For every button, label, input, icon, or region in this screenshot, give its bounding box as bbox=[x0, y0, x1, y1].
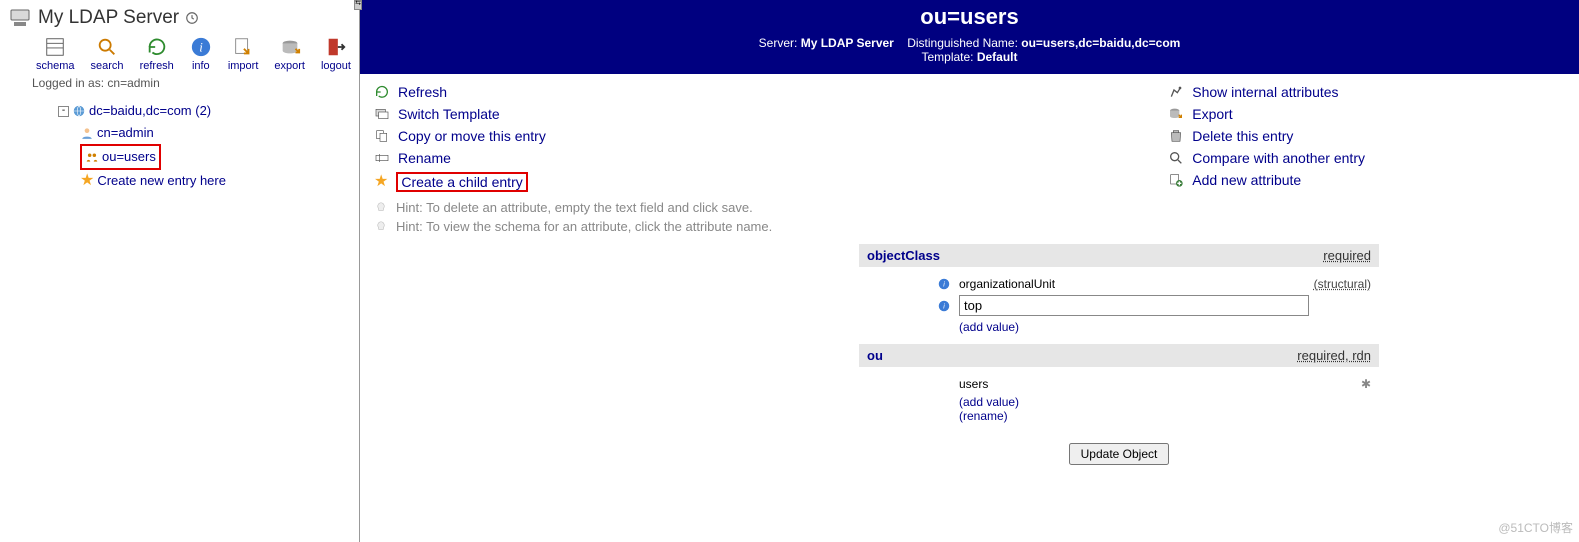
objectclass-input[interactable] bbox=[959, 295, 1309, 316]
entry-title: ou=users bbox=[360, 4, 1579, 30]
ou-icon bbox=[85, 150, 99, 164]
attr-header-ou: ou required, rdn bbox=[859, 344, 1379, 367]
tb-schema[interactable]: schema bbox=[36, 36, 75, 72]
trash-icon bbox=[1168, 128, 1184, 144]
action-compare[interactable]: Compare with another entry bbox=[1168, 150, 1365, 166]
tree-collapse-icon[interactable]: - bbox=[58, 106, 69, 117]
info-icon[interactable]: i bbox=[937, 277, 951, 291]
add-value-link[interactable]: (add value) bbox=[959, 395, 1019, 409]
attr-name-link[interactable]: objectClass bbox=[867, 248, 940, 263]
bulb-icon bbox=[374, 220, 388, 234]
add-value-link[interactable]: (add value) bbox=[959, 320, 1019, 334]
main-panel: ou=users Server: My LDAP Server Distingu… bbox=[360, 0, 1579, 542]
update-object-button[interactable] bbox=[1069, 443, 1170, 465]
bulb-icon bbox=[374, 201, 388, 215]
tree-panel: ⇆ My LDAP Server schema search refresh i… bbox=[0, 0, 360, 542]
tb-info[interactable]: iinfo bbox=[190, 36, 212, 72]
star-icon: ★ bbox=[374, 175, 388, 189]
attr-header-objectclass: objectClass required bbox=[859, 244, 1379, 267]
action-add-attr[interactable]: Add new attribute bbox=[1168, 172, 1365, 188]
attr-name-link[interactable]: ou bbox=[867, 348, 883, 363]
server-title: My LDAP Server bbox=[38, 7, 179, 29]
objectclass-value-row: i organizationalUnit (structural) bbox=[937, 277, 1371, 291]
server-icon bbox=[8, 6, 32, 30]
objectclass-value-row: i bbox=[937, 295, 1371, 316]
logged-in-as: Logged in as: cn=admin bbox=[32, 76, 351, 90]
tree: - dc=baidu,dc=com (2) cn=admin ou=users … bbox=[58, 100, 351, 192]
tb-logout[interactable]: logout bbox=[321, 36, 351, 72]
rename-link[interactable]: (rename) bbox=[959, 409, 1008, 423]
action-switch-template[interactable]: Switch Template bbox=[374, 106, 546, 122]
action-rename[interactable]: Rename bbox=[374, 150, 546, 166]
locked-icon: ✱ bbox=[1361, 377, 1371, 391]
tb-export[interactable]: export bbox=[274, 36, 305, 72]
action-show-internal[interactable]: Show internal attributes bbox=[1168, 84, 1365, 100]
action-create-child[interactable]: ★Create a child entry bbox=[374, 172, 546, 192]
magnifier-icon bbox=[1168, 150, 1184, 166]
tb-import[interactable]: import bbox=[228, 36, 259, 72]
globe-icon bbox=[72, 104, 86, 118]
hints: Hint: To delete an attribute, empty the … bbox=[360, 196, 1579, 244]
tb-search[interactable]: search bbox=[91, 36, 124, 72]
clock-icon bbox=[185, 11, 199, 25]
add-icon bbox=[1168, 172, 1184, 188]
svg-text:i: i bbox=[199, 41, 203, 55]
toolbar: schema search refresh iinfo import expor… bbox=[36, 36, 351, 72]
info-icon[interactable]: i bbox=[937, 299, 951, 313]
action-delete[interactable]: Delete this entry bbox=[1168, 128, 1365, 144]
action-refresh[interactable]: Refresh bbox=[374, 84, 546, 100]
entry-header: ou=users Server: My LDAP Server Distingu… bbox=[360, 0, 1579, 74]
panel-resize-handle[interactable]: ⇆ bbox=[354, 0, 362, 10]
star-icon: ★ bbox=[80, 174, 94, 188]
tree-node-admin[interactable]: cn=admin bbox=[80, 122, 351, 144]
action-copy-move[interactable]: Copy or move this entry bbox=[374, 128, 546, 144]
tree-create-new[interactable]: ★ Create new entry here bbox=[80, 170, 351, 192]
tree-node-users[interactable]: ou=users bbox=[80, 144, 351, 170]
ou-value-row: users ✱ bbox=[959, 377, 1371, 391]
tb-refresh[interactable]: refresh bbox=[140, 36, 174, 72]
action-export[interactable]: Export bbox=[1168, 106, 1365, 122]
tree-root[interactable]: - dc=baidu,dc=com (2) bbox=[58, 100, 351, 122]
watermark: @51CTO博客 bbox=[1498, 519, 1573, 536]
person-icon bbox=[80, 126, 94, 140]
